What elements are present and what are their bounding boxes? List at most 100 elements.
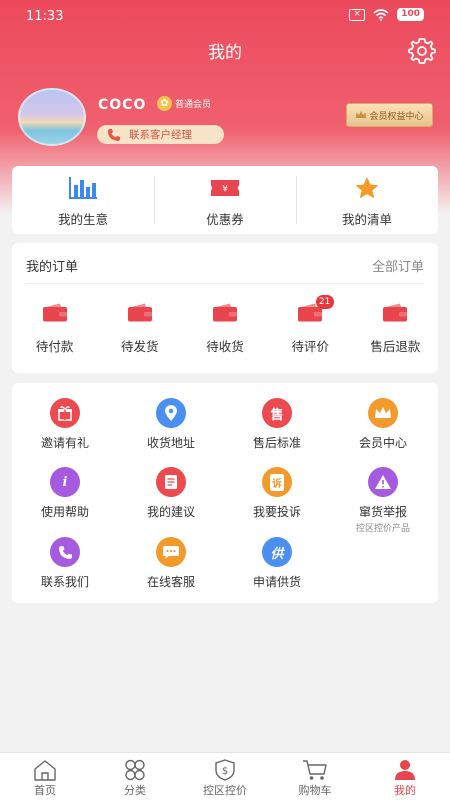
order-label: 待付款 [35,339,74,354]
status-time: 11:33 [26,9,64,24]
orders-card: 我的订单 全部订单 待付款 待发货 待收货 21 待评价 售后退款 [12,243,438,373]
tab-label: 分类 [124,784,146,797]
service-invite-gift[interactable]: 邀请有礼 [12,398,118,451]
member-rights-center-label: 会员权益中心 [369,111,424,122]
service-label: 邀请有礼 [40,436,89,450]
contact-manager-label: 联系客户经理 [129,129,192,141]
order-pending-payment[interactable]: 待付款 [12,303,97,355]
complaint-icon: 诉 [262,467,292,497]
tab-label: 购物车 [298,784,332,797]
complaint-glyph: 诉 [270,473,284,491]
service-label: 申请供货 [252,575,301,589]
service-online-support[interactable]: 在线客服 [118,537,224,590]
tab-label: 首页 [34,784,56,797]
avatar[interactable] [18,88,86,146]
title-bar: 我的 [0,32,450,68]
order-label: 待收货 [206,339,244,354]
page-title: 我的 [208,43,242,63]
service-label: 我的建议 [146,505,195,519]
all-orders-link[interactable]: 全部订单 [372,256,424,275]
phone-icon [108,128,120,141]
service-label: 会员中心 [358,436,407,450]
service-help[interactable]: i 使用帮助 [12,467,118,520]
wallet-icon [213,303,237,322]
crown-icon [368,398,398,428]
member-rights-center-button[interactable]: 会员权益中心 [346,103,433,127]
wallet-icon [42,303,67,322]
svg-text:¥: ¥ [222,185,228,195]
wallet-icon [383,303,408,322]
tab-home[interactable]: 首页 [0,753,90,800]
quick-item-my-business[interactable]: 我的生意 [12,166,154,234]
quick-label: 优惠券 [206,212,244,227]
info-icon: i [50,467,80,497]
orders-divider [26,283,424,284]
tab-cart[interactable]: 购物车 [270,753,360,800]
tab-label: 我的 [394,784,416,797]
order-label: 待评价 [291,339,329,354]
tab-label: 控区控价 [203,784,247,797]
chat-icon [156,537,186,567]
settings-gear-icon[interactable] [408,36,436,64]
orders-title: 我的订单 [26,260,79,275]
review-count-badge: 21 [315,295,334,309]
status-bar: 11:33 × 100 [0,0,450,32]
orders-row: 待付款 待发货 待收货 21 待评价 售后退款 [12,295,438,355]
tab-category[interactable]: 分类 [90,753,180,800]
service-apply-supply[interactable]: 供 申请供货 [224,537,330,590]
cart-icon [303,760,327,780]
phone-icon [50,537,80,567]
gift-icon [50,398,80,428]
service-label: 联系我们 [40,575,89,589]
category-icon [125,759,145,781]
order-pending-review[interactable]: 21 待评价 [268,295,353,355]
member-level-icon: ✿ [157,96,172,111]
services-card: 邀请有礼 收货地址 售 售后标准 会员中心 i 使用帮助 我的建议 诉 我要投诉 [12,383,438,603]
bottom-tab-bar: 首页 分类 $ 控区控价 购物车 我的 [0,752,450,800]
location-pin-icon [156,398,186,428]
member-level-badge: ✿ 普通会员 [157,96,211,111]
contact-manager-button[interactable]: 联系客户经理 [97,125,224,144]
supply-icon: 供 [262,537,292,567]
user-icon [395,760,415,780]
service-shipping-address[interactable]: 收货地址 [118,398,224,451]
service-sublabel: 控区控价产品 [355,524,410,534]
service-complaint[interactable]: 诉 我要投诉 [224,467,330,520]
svg-text:$: $ [222,766,228,777]
warning-icon [368,467,398,497]
quick-label: 我的清单 [341,212,392,227]
service-my-suggestions[interactable]: 我的建议 [118,467,224,520]
service-label: 收货地址 [146,436,195,450]
quick-item-my-list[interactable]: 我的清单 [296,166,438,234]
service-label: 使用帮助 [40,505,89,519]
after-sale-icon: 售 [262,398,292,428]
star-icon [355,177,379,199]
battery-indicator: 100 [397,8,424,21]
home-icon [34,760,56,781]
status-icons: × 100 [349,8,424,21]
crown-icon [356,111,367,118]
tab-mine[interactable]: 我的 [360,753,450,800]
order-pending-shipment[interactable]: 待发货 [97,303,182,355]
service-member-center[interactable]: 会员中心 [330,398,436,451]
service-after-sale-standard[interactable]: 售 售后标准 [224,398,330,451]
service-label: 我要投诉 [252,505,301,519]
price-shield-icon: $ [215,759,235,781]
quick-item-coupons[interactable]: ¥ 优惠券 [154,166,296,234]
order-label: 待发货 [121,339,159,354]
coupon-icon: ¥ [210,180,240,196]
username: COCO [98,97,147,113]
no-sim-icon: × [349,8,366,21]
bar-chart-icon [69,177,97,199]
quick-actions-card: 我的生意 ¥ 优惠券 我的清单 [12,166,438,234]
order-after-sale-refund[interactable]: 售后退款 [353,303,438,355]
member-level-label: 普通会员 [175,100,212,110]
service-cross-region-report[interactable]: 窜货举报 控区控价产品 [330,467,436,534]
service-contact-us[interactable]: 联系我们 [12,537,118,590]
order-pending-receipt[interactable]: 待收货 [182,303,267,355]
suggestion-icon [156,467,186,497]
wifi-icon [373,8,389,21]
tab-price-control[interactable]: $ 控区控价 [180,753,270,800]
quick-label: 我的生意 [57,212,108,227]
wallet-icon [127,303,152,322]
